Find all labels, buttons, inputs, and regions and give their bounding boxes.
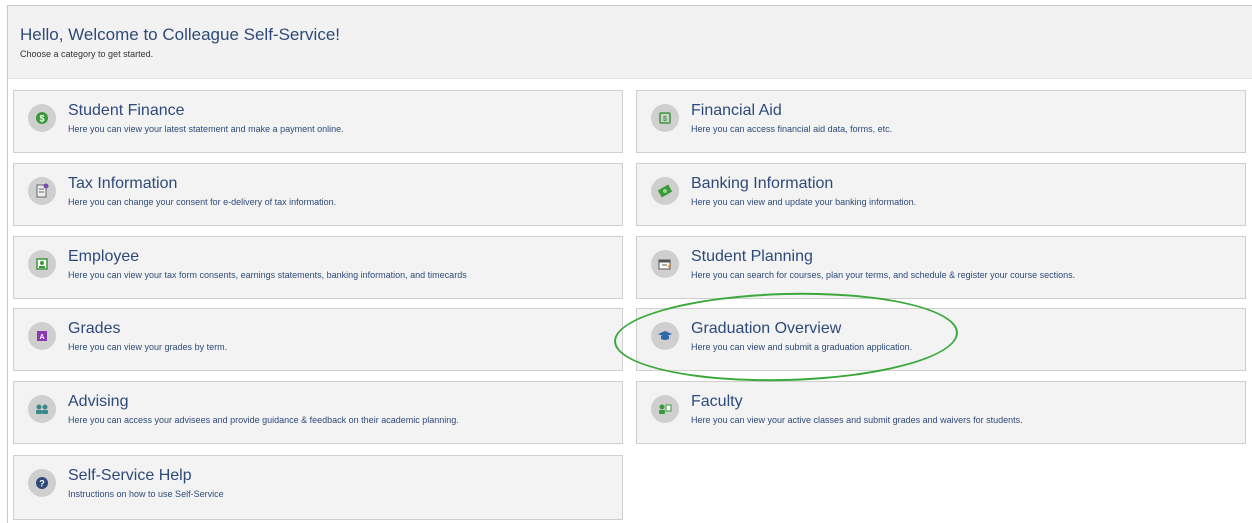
tile-title: Employee (68, 248, 140, 265)
grades-icon: A (28, 322, 56, 350)
tile-description: Here you can view and update your bankin… (691, 197, 917, 207)
tile-tax-information[interactable]: Tax Information Here you can change your… (13, 163, 623, 226)
tile-title: Faculty (691, 393, 743, 410)
tax-document-icon (28, 177, 56, 205)
employee-badge-icon (28, 250, 56, 278)
tile-description: Here you can view your latest statement … (68, 124, 344, 134)
tile-description: Here you can access your advisees and pr… (68, 415, 459, 425)
financial-aid-icon: $ (651, 104, 679, 132)
advising-people-icon (28, 395, 56, 423)
tile-student-finance[interactable]: $ Student Finance Here you can view your… (13, 90, 623, 153)
svg-text:$: $ (39, 114, 44, 124)
tile-description: Here you can view your tax form consents… (68, 270, 467, 280)
tile-title: Grades (68, 320, 121, 337)
tile-title: Banking Information (691, 175, 834, 192)
tile-graduation-overview[interactable]: Graduation Overview Here you can view an… (636, 308, 1246, 371)
welcome-header: Hello, Welcome to Colleague Self-Service… (8, 6, 1252, 79)
tile-description: Here you can view your active classes an… (691, 415, 1023, 425)
help-icon: ? (28, 469, 56, 497)
tile-description: Here you can access financial aid data, … (691, 124, 893, 134)
tile-employee[interactable]: Employee Here you can view your tax form… (13, 236, 623, 299)
page-title: Hello, Welcome to Colleague Self-Service… (20, 25, 340, 44)
tile-description: Here you can change your consent for e-d… (68, 197, 337, 207)
dollar-icon: $ (28, 104, 56, 132)
tile-description: Here you can view your grades by term. (68, 342, 228, 352)
graduation-cap-icon (651, 322, 679, 350)
tile-financial-aid[interactable]: $ Financial Aid Here you can access fina… (636, 90, 1246, 153)
tile-title: Advising (68, 393, 129, 410)
tile-faculty[interactable]: Faculty Here you can view your active cl… (636, 381, 1246, 444)
tile-self-service-help[interactable]: ? Self-Service Help Instructions on how … (13, 455, 623, 520)
page-subtitle: Choose a category to get started. (20, 49, 154, 59)
tile-title: Financial Aid (691, 102, 782, 119)
tile-title: Student Planning (691, 248, 813, 265)
money-icon (651, 177, 679, 205)
tile-title: Self-Service Help (68, 467, 192, 484)
faculty-icon (651, 395, 679, 423)
tile-description: Here you can view and submit a graduatio… (691, 342, 913, 352)
tile-description: Instructions on how to use Self-Service (68, 489, 224, 499)
tile-banking-information[interactable]: Banking Information Here you can view an… (636, 163, 1246, 226)
calendar-icon (651, 250, 679, 278)
tile-grades[interactable]: A Grades Here you can view your grades b… (13, 308, 623, 371)
tile-advising[interactable]: Advising Here you can access your advise… (13, 381, 623, 444)
tile-title: Student Finance (68, 102, 185, 119)
tile-student-planning[interactable]: Student Planning Here you can search for… (636, 236, 1246, 299)
svg-text:$: $ (663, 116, 667, 123)
svg-text:A: A (39, 334, 44, 341)
svg-text:?: ? (39, 479, 45, 489)
tile-description: Here you can search for courses, plan yo… (691, 270, 1076, 280)
tile-title: Graduation Overview (691, 320, 842, 337)
tile-title: Tax Information (68, 175, 178, 192)
